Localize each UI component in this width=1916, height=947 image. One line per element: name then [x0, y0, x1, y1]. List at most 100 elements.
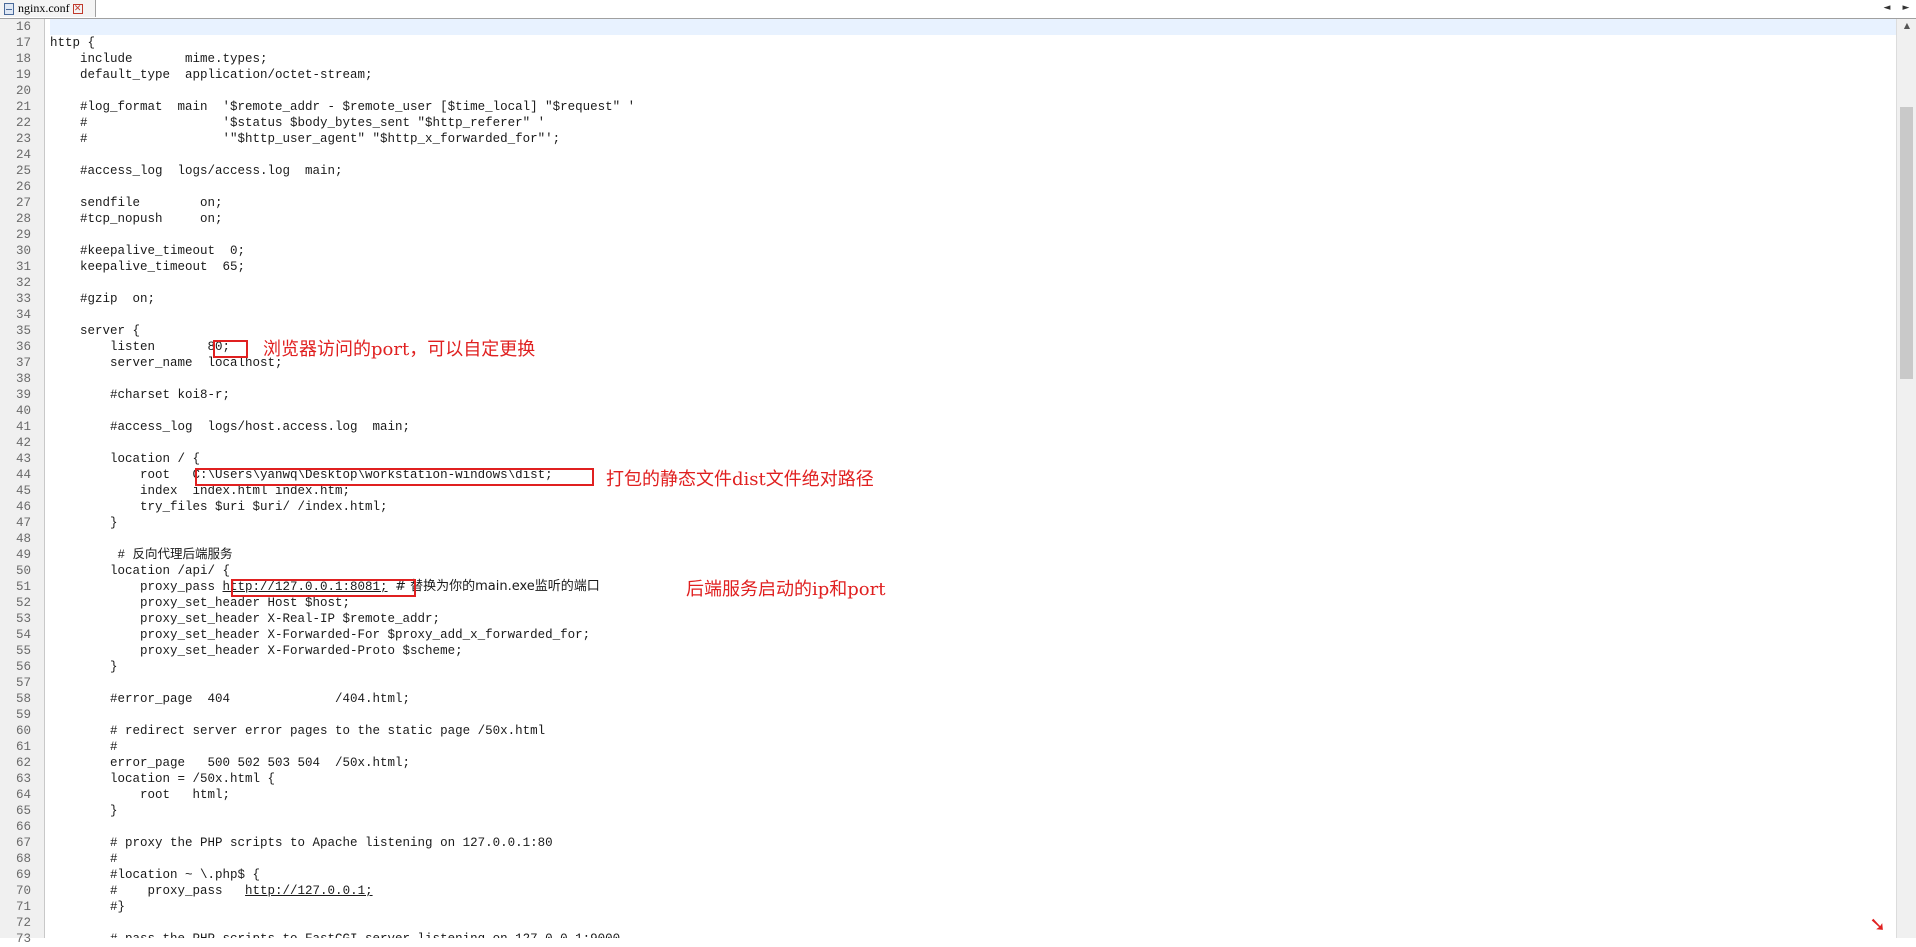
code-line[interactable]: #charset koi8-r;	[50, 387, 1896, 403]
code-line[interactable]	[50, 83, 1896, 99]
dist-annotation: 打包的静态文件dist文件绝对路径	[606, 469, 874, 490]
code-line[interactable]: }	[50, 659, 1896, 675]
line-number: 63	[16, 772, 32, 786]
code-line[interactable]: #access_log logs/host.access.log main;	[50, 419, 1896, 435]
code-line[interactable]: root html;	[50, 787, 1896, 803]
tab-bar: nginx.conf ✕ ◄ ►	[0, 0, 1916, 19]
code-line[interactable]: }	[50, 803, 1896, 819]
code-line[interactable]: # pass the PHP scripts to FastCGI server…	[50, 931, 1896, 938]
line-number: 64	[16, 788, 32, 802]
line-number: 35	[16, 324, 32, 338]
code-line[interactable]: sendfile on;	[50, 195, 1896, 211]
scroll-tabs-right-icon[interactable]: ►	[1897, 0, 1915, 17]
line-number: 65	[16, 804, 32, 818]
line-number: 62	[16, 756, 32, 770]
code-line[interactable]	[50, 307, 1896, 323]
line-number: 54	[16, 628, 32, 642]
code-line[interactable]: }	[50, 515, 1896, 531]
line-number: 61	[16, 740, 32, 754]
code-line[interactable]: proxy_set_header X-Real-IP $remote_addr;	[50, 611, 1896, 627]
code-line[interactable]: #error_page 404 /404.html;	[50, 691, 1896, 707]
line-number: 68	[16, 852, 32, 866]
code-line[interactable]	[50, 179, 1896, 195]
line-number: 22	[16, 116, 32, 130]
code-line[interactable]: #keepalive_timeout 0;	[50, 243, 1896, 259]
annotation-arrow-icon: ➘	[1869, 912, 1886, 936]
line-number: 43	[16, 452, 32, 466]
code-line[interactable]: include mime.types;	[50, 51, 1896, 67]
line-number: 24	[16, 148, 32, 162]
line-number: 50	[16, 564, 32, 578]
code-line[interactable]: http {	[50, 35, 1896, 51]
code-line[interactable]: # '"$http_user_agent" "$http_x_forwarded…	[50, 131, 1896, 147]
line-number: 60	[16, 724, 32, 738]
line-number: 20	[16, 84, 32, 98]
line-number: 47	[16, 516, 32, 530]
code-line[interactable]	[50, 147, 1896, 163]
line-number: 41	[16, 420, 32, 434]
port-highlight-box	[213, 340, 248, 358]
code-line[interactable]: default_type application/octet-stream;	[50, 67, 1896, 83]
vertical-scrollbar[interactable]: ▲	[1896, 19, 1916, 938]
code-line[interactable]	[50, 227, 1896, 243]
tab-nginx-conf[interactable]: nginx.conf ✕	[0, 0, 96, 17]
line-number: 33	[16, 292, 32, 306]
line-number: 49	[16, 548, 32, 562]
code-line[interactable]: proxy_set_header X-Forwarded-Proto $sche…	[50, 643, 1896, 659]
code-line[interactable]	[50, 819, 1896, 835]
code-line[interactable]: keepalive_timeout 65;	[50, 259, 1896, 275]
line-number: 69	[16, 868, 32, 882]
code-line[interactable]: server {	[50, 323, 1896, 339]
code-line[interactable]: #}	[50, 899, 1896, 915]
code-line[interactable]: location /api/ {	[50, 563, 1896, 579]
code-line[interactable]: #location ~ \.php$ {	[50, 867, 1896, 883]
code-line[interactable]	[50, 707, 1896, 723]
line-number: 40	[16, 404, 32, 418]
code-line[interactable]: #access_log logs/access.log main;	[50, 163, 1896, 179]
code-line[interactable]: #	[50, 851, 1896, 867]
code-line[interactable]	[50, 19, 1896, 35]
line-number: 72	[16, 916, 32, 930]
code-line[interactable]: error_page 500 502 503 504 /50x.html;	[50, 755, 1896, 771]
scroll-tabs-left-icon[interactable]: ◄	[1878, 0, 1896, 17]
line-number: 57	[16, 676, 32, 690]
close-icon[interactable]: ✕	[72, 3, 83, 14]
code-line[interactable]	[50, 275, 1896, 291]
line-number: 66	[16, 820, 32, 834]
line-number: 71	[16, 900, 32, 914]
code-line[interactable]	[50, 675, 1896, 691]
code-line[interactable]: #tcp_nopush on;	[50, 211, 1896, 227]
code-line[interactable]: # redirect server error pages to the sta…	[50, 723, 1896, 739]
line-number: 53	[16, 612, 32, 626]
code-line[interactable]	[50, 531, 1896, 547]
code-line[interactable]: #gzip on;	[50, 291, 1896, 307]
code-line[interactable]: # proxy the PHP scripts to Apache listen…	[50, 835, 1896, 851]
line-number: 25	[16, 164, 32, 178]
line-number: 31	[16, 260, 32, 274]
code-line[interactable]: location = /50x.html {	[50, 771, 1896, 787]
line-number: 58	[16, 692, 32, 706]
code-line[interactable]	[50, 403, 1896, 419]
code-line[interactable]: try_files $uri $uri/ /index.html;	[50, 499, 1896, 515]
line-number: 29	[16, 228, 32, 242]
code-line[interactable]	[50, 371, 1896, 387]
line-number: 46	[16, 500, 32, 514]
line-number: 16	[16, 20, 32, 34]
code-line[interactable]: #log_format main '$remote_addr - $remote…	[50, 99, 1896, 115]
code-line[interactable]	[50, 915, 1896, 931]
line-number: 51	[16, 580, 32, 594]
code-line[interactable]: proxy_set_header X-Forwarded-For $proxy_…	[50, 627, 1896, 643]
code-line[interactable]: # 反向代理后端服务	[50, 547, 1896, 563]
line-number: 67	[16, 836, 32, 850]
scrollbar-thumb[interactable]	[1900, 107, 1913, 379]
code-line[interactable]: # '$status $body_bytes_sent "$http_refer…	[50, 115, 1896, 131]
line-number: 27	[16, 196, 32, 210]
line-number: 56	[16, 660, 32, 674]
code-line[interactable]: # proxy_pass http://127.0.0.1;	[50, 883, 1896, 899]
code-line[interactable]: #	[50, 739, 1896, 755]
code-line[interactable]: proxy_set_header Host $host;	[50, 595, 1896, 611]
scroll-up-icon[interactable]: ▲	[1897, 19, 1916, 33]
backend-annotation: 后端服务启动的ip和port	[686, 579, 886, 600]
code-line[interactable]: location / {	[50, 451, 1896, 467]
code-line[interactable]	[50, 435, 1896, 451]
